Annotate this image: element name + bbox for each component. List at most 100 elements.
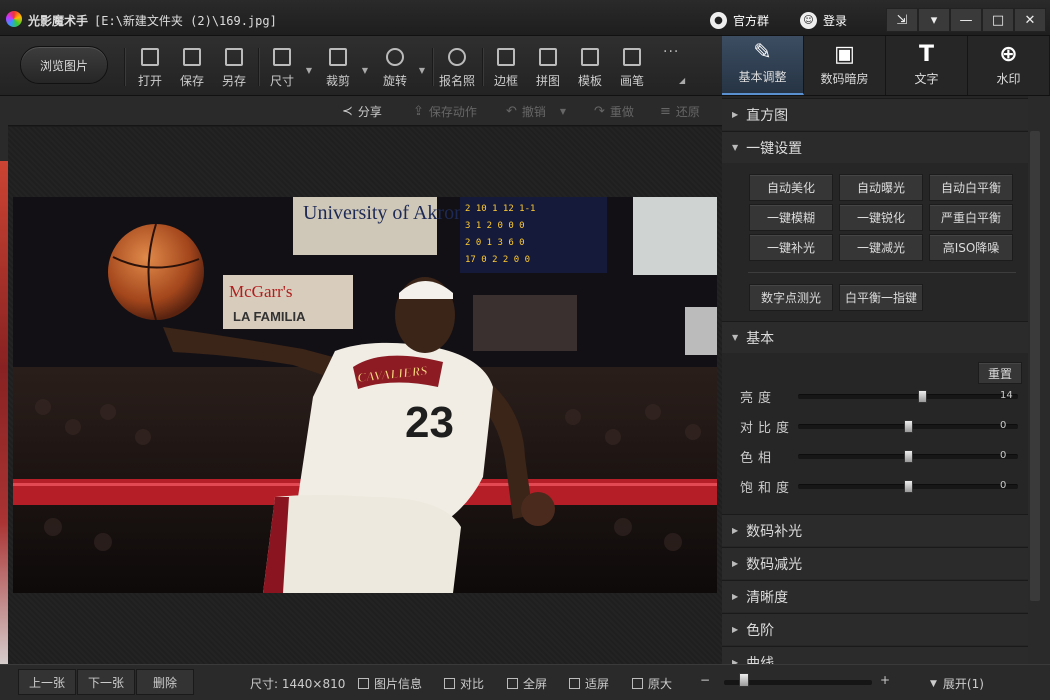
zoom-slider-thumb[interactable] — [739, 673, 749, 687]
brightness-slider-thumb[interactable] — [918, 390, 927, 403]
svg-text:2 0 1 3 6 0: 2 0 1 3 6 0 — [465, 238, 525, 248]
expand-button[interactable]: ▼ 展开(1) — [930, 675, 984, 692]
panel-scrollbar[interactable] — [1028, 96, 1050, 664]
brightness-label: 亮度 — [740, 391, 777, 406]
redo-button[interactable]: ↷ 重做 — [594, 103, 634, 120]
next-image-button[interactable]: 下一张 — [77, 669, 135, 695]
image-info-button[interactable]: 图片信息 — [358, 675, 422, 692]
template-button[interactable]: 模板 — [570, 44, 610, 92]
divider — [748, 272, 1016, 273]
one-click-reduce-light-button[interactable]: 一键减光 — [839, 234, 923, 261]
id-photo-button[interactable]: 报名照 — [437, 44, 477, 92]
white-balance-one-touch-button[interactable]: 白平衡一指键 — [839, 284, 923, 311]
restore-button[interactable]: ≡ 还原 — [660, 103, 700, 120]
zoom-out-button[interactable]: − — [700, 673, 710, 687]
skin-button[interactable]: ⇲ — [886, 8, 918, 32]
border-button[interactable]: 边框 — [486, 44, 526, 92]
official-group-button[interactable]: ● 官方群 — [710, 9, 769, 31]
share-button[interactable]: ≺ 分享 — [342, 103, 382, 120]
section-basic[interactable]: ▼ 基本 — [722, 321, 1028, 353]
brightness-value: 14 — [1000, 390, 1013, 401]
brush-button[interactable]: 画笔 — [612, 44, 652, 92]
section-curves[interactable]: ▶ 曲线 — [722, 646, 1028, 664]
fit-screen-button[interactable]: 适屏 — [569, 675, 609, 692]
one-click-sharpen-button[interactable]: 一键锐化 — [839, 204, 923, 231]
panel-scrollbar-thumb[interactable] — [1030, 131, 1040, 601]
previous-image-button[interactable]: 上一张 — [18, 669, 76, 695]
minimize-button[interactable]: — — [950, 8, 982, 32]
collage-icon — [539, 48, 557, 66]
svg-text:3 1 2 0 0 0: 3 1 2 0 0 0 — [465, 221, 525, 231]
section-levels[interactable]: ▶ 色阶 — [722, 613, 1028, 645]
contrast-slider[interactable] — [798, 420, 1018, 433]
original-size-icon — [632, 678, 643, 689]
section-one-click[interactable]: ▼ 一键设置 — [722, 131, 1028, 163]
adjust-icon: ✎ — [753, 40, 772, 65]
svg-text:17 0 2 2 0 0: 17 0 2 2 0 0 — [465, 255, 530, 265]
save-icon — [183, 48, 201, 66]
collage-button[interactable]: 拼图 — [528, 44, 568, 92]
open-button[interactable]: 打开 — [130, 44, 170, 92]
severe-white-balance-button[interactable]: 严重白平衡 — [929, 204, 1013, 231]
crop-button[interactable]: 裁剪 ▼ — [318, 44, 368, 92]
section-digital-reduce-light[interactable]: ▶ 数码减光 — [722, 547, 1028, 579]
restore-icon: ≡ — [660, 104, 671, 119]
close-button[interactable]: ✕ — [1014, 8, 1046, 32]
main-toolbar: 浏览图片 打开 保存 另存 尺寸 ▼ 裁剪 ▼ 旋转 ▼ 报名照 边框 拼图 模板 画… — [0, 36, 722, 96]
reset-button[interactable]: 重置 — [978, 362, 1022, 384]
saturation-slider-thumb[interactable] — [904, 480, 913, 493]
resize-button[interactable]: 尺寸 ▼ — [262, 44, 312, 92]
app-logo-icon — [6, 11, 22, 27]
high-iso-denoise-button[interactable]: 高ISO降噪 — [929, 234, 1013, 261]
resize-dropdown-icon[interactable]: ▼ — [306, 66, 312, 75]
undo-icon: ↶ — [506, 104, 517, 119]
chat-icon: ● — [710, 11, 727, 29]
tab-digital-darkroom[interactable]: ▣ 数码暗房 — [804, 36, 886, 95]
menu-button[interactable]: ▾ — [918, 8, 950, 32]
tab-basic-adjust[interactable]: ✎ 基本调整 — [722, 36, 804, 95]
border-icon — [497, 48, 515, 66]
save-as-button[interactable]: 另存 — [214, 44, 254, 92]
browse-images-button[interactable]: 浏览图片 — [20, 46, 108, 84]
saturation-slider[interactable] — [798, 480, 1018, 493]
original-size-button[interactable]: 原大 — [632, 675, 672, 692]
collapsed-arrow-icon: ▶ — [732, 110, 739, 119]
undo-dropdown-icon[interactable]: ▼ — [560, 107, 566, 116]
section-digital-fill-light[interactable]: ▶ 数码补光 — [722, 514, 1028, 546]
login-button[interactable]: ☺ 登录 — [800, 9, 847, 31]
auto-white-balance-button[interactable]: 自动白平衡 — [929, 174, 1013, 201]
brightness-slider[interactable] — [798, 390, 1018, 403]
banner-school-text: University of Akron — [303, 202, 464, 224]
fullscreen-button[interactable]: 全屏 — [507, 675, 547, 692]
compare-button[interactable]: 对比 — [444, 675, 484, 692]
image-size-text: 尺寸: 1440×810 — [250, 677, 346, 691]
compare-icon — [444, 678, 455, 689]
rotate-dropdown-icon[interactable]: ▼ — [419, 66, 425, 75]
crop-dropdown-icon[interactable]: ▼ — [362, 66, 368, 75]
digital-spot-metering-button[interactable]: 数字点测光 — [749, 284, 833, 311]
one-click-fill-light-button[interactable]: 一键补光 — [749, 234, 833, 261]
hue-slider-thumb[interactable] — [904, 450, 913, 463]
tab-text[interactable]: T 文字 — [886, 36, 968, 95]
saturation-value: 0 — [1000, 480, 1007, 491]
section-histogram[interactable]: ▶ 直方图 — [722, 98, 1028, 130]
tab-watermark[interactable]: ⊕ 水印 — [968, 36, 1050, 95]
zoom-in-button[interactable]: + — [880, 673, 890, 687]
delete-button[interactable]: 删除 — [136, 669, 194, 695]
rotate-button[interactable]: 旋转 ▼ — [375, 44, 425, 92]
save-action-button[interactable]: ⇪ 保存动作 — [413, 103, 477, 120]
section-clarity[interactable]: ▶ 清晰度 — [722, 580, 1028, 612]
contrast-slider-thumb[interactable] — [904, 420, 913, 433]
camera-icon: ▣ — [834, 42, 855, 67]
auto-beautify-button[interactable]: 自动美化 — [749, 174, 833, 201]
fit-screen-icon — [569, 678, 580, 689]
more-expand-icon[interactable]: ◢ — [679, 76, 685, 85]
hue-slider[interactable] — [798, 450, 1018, 463]
maximize-button[interactable]: □ — [982, 8, 1014, 32]
undo-button[interactable]: ↶ 撤销 ▼ — [506, 103, 566, 120]
more-tools-button[interactable]: ··· — [663, 44, 679, 60]
save-button[interactable]: 保存 — [172, 44, 212, 92]
auto-exposure-button[interactable]: 自动曝光 — [839, 174, 923, 201]
title-bar: 光影魔术手 [E:\新建文件夹 (2)\169.jpg] ● 官方群 ☺ 登录 ⇲ ▾… — [0, 0, 1050, 36]
one-click-blur-button[interactable]: 一键模糊 — [749, 204, 833, 231]
